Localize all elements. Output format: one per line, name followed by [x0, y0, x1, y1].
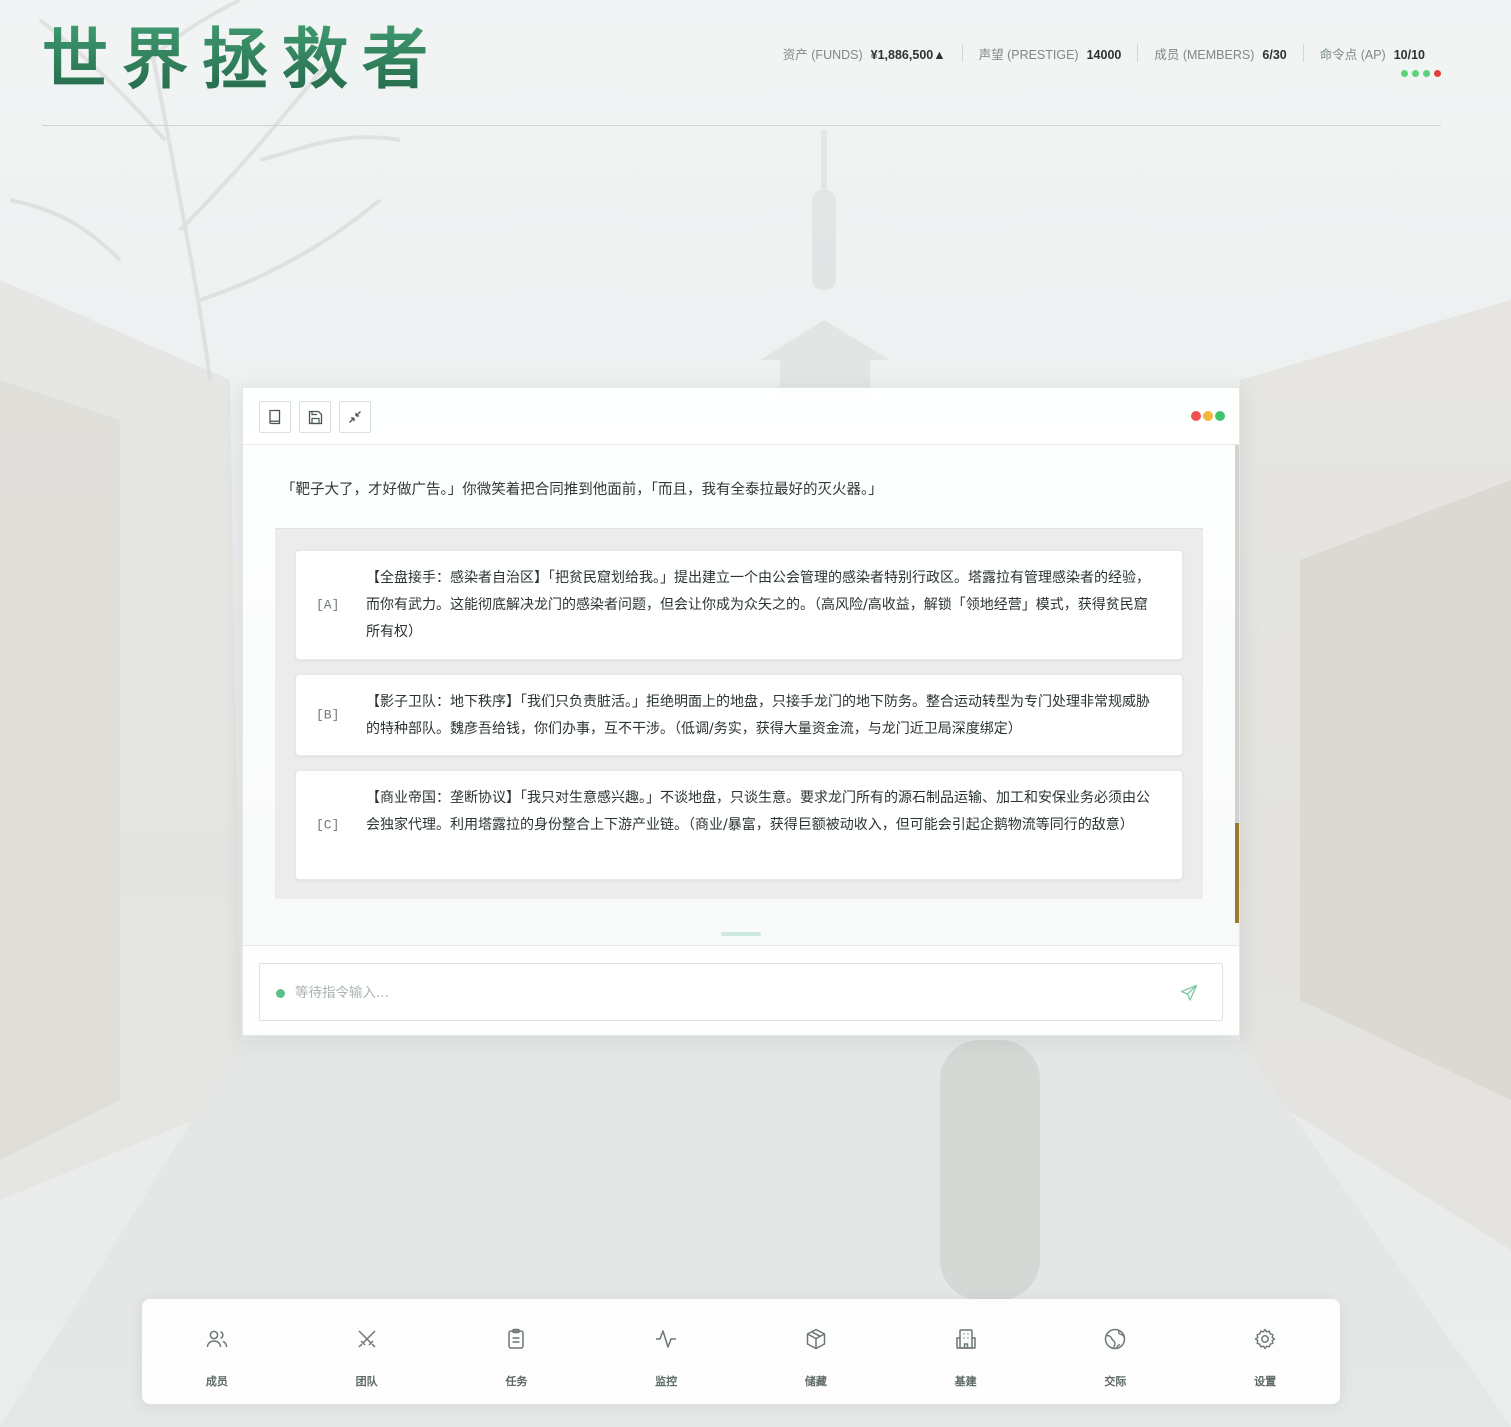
app-title: 世界拯救者: [42, 21, 442, 98]
crossed-swords-icon: [358, 1330, 376, 1348]
ap-dot: [1412, 70, 1419, 77]
status-dot: [276, 989, 285, 998]
choice-text: 【商业帝国：垄断协议】「我只对生意感兴趣。」不谈地盘，只谈生意。要求龙门所有的源…: [366, 790, 1150, 833]
resource-stats: 资产 (FUNDS) ¥1,886,500▲ 声望 (PRESTIGE) 140…: [767, 44, 1441, 62]
prestige-label: 声望 (PRESTIGE): [978, 48, 1079, 62]
nav-item-settings[interactable]: 设置: [1190, 1299, 1340, 1404]
globe-icon: [1105, 1328, 1126, 1350]
choice-option-a[interactable]: [A] 【全盘接手：感染者自治区】「把贫民窟划给我。」提出建立一个由公会管理的感…: [295, 550, 1183, 660]
choices-panel: [A] 【全盘接手：感染者自治区】「把贫民窟划给我。」提出建立一个由公会管理的感…: [275, 529, 1203, 899]
ap-dot: [1434, 70, 1441, 77]
collapse-button[interactable]: [339, 401, 371, 433]
nav-item-monitor[interactable]: 监控: [591, 1299, 741, 1404]
narrative-text: 「靶子大了，才好做广告。」你微笑着把合同推到他面前，「而且，我有全泰拉最好的灭火…: [281, 482, 883, 498]
nav-item-tasks[interactable]: 任务: [442, 1299, 592, 1404]
choice-text: 【全盘接手：感染者自治区】「把贫民窟划给我。」提出建立一个由公会管理的感染者特别…: [366, 570, 1150, 640]
ap-dot: [1401, 70, 1408, 77]
members-stat: 成员 (MEMBERS) 6/30: [1137, 44, 1302, 62]
nav-label: 基建: [954, 1375, 977, 1388]
minimize-icon: [349, 411, 361, 423]
nav-label: 团队: [355, 1375, 378, 1388]
choice-key: [C]: [316, 817, 340, 833]
members-value: 6/30: [1262, 48, 1287, 62]
ap-value: 10/10: [1393, 48, 1425, 62]
clipboard-icon: [508, 1328, 525, 1349]
ap-dot: [1423, 70, 1430, 77]
choice-key: [A]: [316, 597, 340, 613]
nav-label: 任务: [505, 1375, 528, 1388]
ap-stat: 命令点 (AP) 10/10: [1302, 44, 1441, 62]
building-icon: [955, 1329, 976, 1349]
choice-option-c[interactable]: [C] 【商业帝国：垄断协议】「我只对生意感兴趣。」不谈地盘，只谈生意。要求龙门…: [295, 770, 1183, 880]
nav-label: 监控: [655, 1375, 678, 1388]
box-icon: [806, 1328, 826, 1350]
prestige-value: 14000: [1086, 48, 1122, 62]
funds-value: ¥1,886,500▲: [870, 48, 946, 62]
nav-item-infrastructure[interactable]: 基建: [891, 1299, 1041, 1404]
close-dot[interactable]: [1191, 411, 1201, 421]
nav-label: 储藏: [804, 1375, 827, 1388]
ap-label: 命令点 (AP): [1319, 48, 1386, 62]
nav-item-team[interactable]: 团队: [292, 1299, 442, 1404]
nav-label: 交际: [1104, 1375, 1127, 1388]
activity-icon: [656, 1330, 677, 1348]
command-input-area: [243, 945, 1239, 1035]
command-input[interactable]: [295, 978, 1155, 1008]
send-icon: [1180, 984, 1198, 1001]
minimize-dot[interactable]: [1203, 411, 1213, 421]
header-divider: [42, 125, 1441, 126]
save-button[interactable]: [299, 401, 331, 433]
nav-item-social[interactable]: 交际: [1041, 1299, 1191, 1404]
users-icon: [206, 1330, 228, 1348]
choice-key: [B]: [316, 707, 340, 723]
bottom-navigation: 成员 团队 任务 监控 储藏 基建 交际 设置: [142, 1299, 1340, 1404]
send-button[interactable]: [1178, 982, 1200, 1004]
funds-stat: 资产 (FUNDS) ¥1,886,500▲: [767, 44, 962, 62]
story-content: 「靶子大了，才好做广告。」你微笑着把合同推到他面前，「而且，我有全泰拉最好的灭火…: [243, 445, 1239, 945]
command-box: [259, 963, 1223, 1021]
scrollbar-thumb[interactable]: [1235, 823, 1239, 923]
story-dialog-window: 「靶子大了，才好做广告。」你微笑着把合同推到他面前，「而且，我有全泰拉最好的灭火…: [242, 387, 1240, 1036]
log-button[interactable]: [259, 401, 291, 433]
nav-label: 成员: [205, 1375, 228, 1388]
ap-indicator: [1401, 70, 1441, 77]
funds-label: 资产 (FUNDS): [782, 48, 863, 62]
book-icon: [269, 409, 281, 425]
prestige-stat: 声望 (PRESTIGE) 14000: [961, 44, 1138, 62]
save-icon: [308, 410, 322, 424]
nav-item-members[interactable]: 成员: [142, 1299, 292, 1404]
maximize-dot[interactable]: [1215, 411, 1225, 421]
choice-text: 【影子卫队：地下秩序】「我们只负责脏活。」拒绝明面上的地盘，只接手龙门的地下防务…: [366, 694, 1150, 737]
nav-item-storage[interactable]: 储藏: [741, 1299, 891, 1404]
gear-icon: [1254, 1328, 1276, 1350]
content-scrollbar[interactable]: [1235, 445, 1239, 923]
nav-label: 设置: [1254, 1375, 1277, 1388]
dialog-toolbar: [243, 388, 1239, 445]
window-controls: [1191, 411, 1225, 421]
resize-handle[interactable]: [721, 932, 761, 936]
choice-option-b[interactable]: [B] 【影子卫队：地下秩序】「我们只负责脏活。」拒绝明面上的地盘，只接手龙门的…: [295, 674, 1183, 756]
members-label: 成员 (MEMBERS): [1154, 48, 1255, 62]
